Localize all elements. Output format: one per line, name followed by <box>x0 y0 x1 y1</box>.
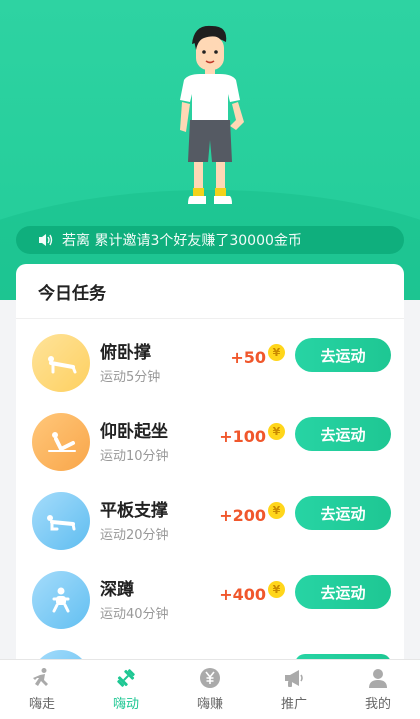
dumbbell-icon <box>117 669 135 687</box>
task-reward: +100 <box>219 427 266 446</box>
go-exercise-button[interactable]: 去运动 <box>295 338 391 372</box>
tab-earn[interactable]: 嗨赚 <box>168 660 252 719</box>
tab-label: 嗨走 <box>28 697 55 712</box>
gold-coin-icon: ¥ <box>268 502 285 519</box>
user-icon <box>369 669 387 688</box>
task-duration: 运动5分钟 <box>100 370 161 385</box>
today-tasks-card: 今日任务 俯卧撑 运动5分钟 +50 ¥ 去运动 仰卧起坐 运动10分钟 +10… <box>16 264 404 708</box>
gold-coin-icon: ¥ <box>268 344 285 361</box>
task-name: 平板支撑 <box>100 501 168 521</box>
gold-coin-icon: ¥ <box>268 581 285 598</box>
task-duration: 运动20分钟 <box>100 528 169 543</box>
tab-walk[interactable]: 嗨走 <box>0 660 84 719</box>
speaker-icon <box>39 234 53 246</box>
task-reward: +400 <box>219 585 266 604</box>
card-title: 今日任务 <box>38 284 106 304</box>
tab-exercise[interactable]: 嗨动 <box>84 660 168 719</box>
situp-icon <box>32 413 90 471</box>
go-exercise-button[interactable]: 去运动 <box>295 575 391 609</box>
go-exercise-button[interactable]: 去运动 <box>295 496 391 530</box>
invite-ticker[interactable]: 若离 累计邀请3个好友赚了30000金币 <box>16 226 404 254</box>
task-duration: 运动40分钟 <box>100 607 169 622</box>
task-reward: +50 <box>230 348 266 367</box>
megaphone-icon <box>285 670 303 687</box>
character-illustration <box>180 25 244 204</box>
task-name: 俯卧撑 <box>100 343 151 363</box>
yuan-coin-icon <box>200 668 220 688</box>
task-reward: +200 <box>219 506 266 525</box>
task-duration: 运动10分钟 <box>100 449 169 464</box>
tab-mine[interactable]: 我的 <box>336 660 420 719</box>
task-row: 仰卧起坐 运动10分钟 +100 ¥ 去运动 <box>16 407 404 477</box>
ticker-text: 若离 累计邀请3个好友赚了30000金币 <box>62 233 302 249</box>
go-exercise-button[interactable]: 去运动 <box>295 417 391 451</box>
task-row: 深蹲 运动40分钟 +400 ¥ 去运动 <box>16 565 404 635</box>
hero-banner: 若离 累计邀请3个好友赚了30000金币 <box>0 0 420 300</box>
gold-coin-icon: ¥ <box>268 423 285 440</box>
tab-label: 嗨动 <box>112 697 139 712</box>
task-name: 仰卧起坐 <box>100 422 168 442</box>
tab-label: 嗨赚 <box>196 697 223 712</box>
title-divider <box>16 318 404 319</box>
squat-icon <box>32 571 90 629</box>
pushup-icon <box>32 334 90 392</box>
tab-promote[interactable]: 推广 <box>252 660 336 719</box>
tab-label: 推广 <box>280 697 307 712</box>
tab-label: 我的 <box>364 697 391 712</box>
bottom-tab-bar: 嗨走 嗨动 嗨赚 推广 我的 <box>0 659 420 719</box>
task-row: 平板支撑 运动20分钟 +200 ¥ 去运动 <box>16 486 404 556</box>
task-name: 深蹲 <box>100 580 134 600</box>
task-row: 俯卧撑 运动5分钟 +50 ¥ 去运动 <box>16 328 404 398</box>
running-icon <box>33 668 48 686</box>
plank-icon <box>32 492 90 550</box>
